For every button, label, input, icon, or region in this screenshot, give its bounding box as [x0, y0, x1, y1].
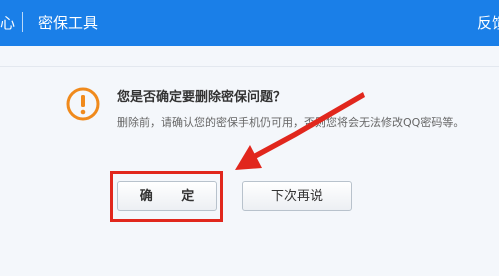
later-button[interactable]: 下次再说 [242, 181, 352, 211]
header-divider [22, 12, 23, 32]
dialog-question: 您是否确定要删除密保问题？ [117, 90, 287, 105]
warning-icon [66, 87, 100, 121]
feedback-link[interactable]: 反馈 [477, 13, 499, 33]
header-left-fragment[interactable]: 心 [0, 13, 15, 33]
top-bar: 心 密保工具 反馈 [0, 0, 499, 46]
dialog-description: 删除前，请确认您的密保手机仍可用，否则您将会无法修改QQ密码等。 [117, 116, 465, 129]
main-content [0, 46, 499, 276]
annotation-highlight-box [110, 171, 223, 222]
page-title: 密保工具 [38, 14, 99, 32]
content-divider [0, 66, 499, 67]
